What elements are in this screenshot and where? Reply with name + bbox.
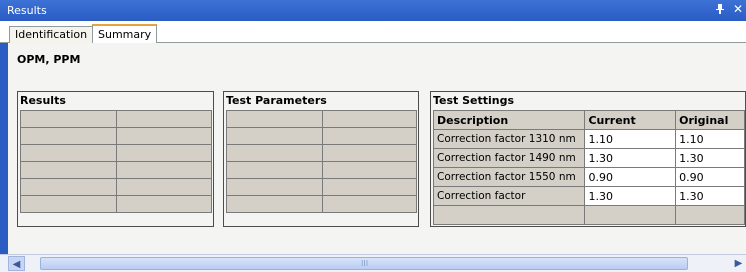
table-header-row: Description Current Original [432, 110, 745, 130]
grid-cell[interactable] [226, 161, 323, 179]
results-grid [20, 110, 212, 213]
grid-cell[interactable] [116, 178, 212, 196]
scrollbar-grip: III [361, 259, 369, 268]
grid-cell[interactable] [322, 127, 417, 145]
grid-cell[interactable] [116, 161, 212, 179]
empty-cell[interactable] [432, 205, 586, 225]
test-parameters-grid [226, 110, 417, 213]
test-parameters-panel: Test Parameters [223, 91, 419, 227]
scrollbar-thumb[interactable]: III [40, 257, 688, 270]
description-cell: Correction factor [432, 186, 586, 206]
results-panel-title: Results [20, 94, 66, 107]
empty-cell[interactable] [675, 205, 745, 225]
window-titlebar: Results ✕ [0, 0, 746, 21]
table-row [226, 178, 417, 196]
table-row [20, 110, 212, 128]
table-row [226, 110, 417, 128]
grid-cell[interactable] [116, 144, 212, 162]
grid-cell[interactable] [20, 195, 117, 213]
grid-cell[interactable] [226, 195, 323, 213]
tab-summary[interactable]: Summary [92, 24, 158, 43]
current-value-cell[interactable]: 1.30 [584, 186, 677, 206]
table-row [20, 127, 212, 145]
column-header-original[interactable]: Original [675, 110, 745, 130]
table-row [20, 144, 212, 162]
description-cell: Correction factor 1310 nm [432, 129, 586, 149]
chevron-right-icon: ▶ [734, 258, 743, 269]
test-settings-grid: Description Current Original Correction … [432, 110, 745, 225]
grid-cell[interactable] [116, 127, 212, 145]
grid-cell[interactable] [226, 178, 323, 196]
tab-strip: Identification Summary [0, 21, 746, 43]
results-panel: Results [17, 91, 214, 227]
table-row [20, 178, 212, 196]
table-row: Correction factor 1490 nm 1.30 1.30 [432, 148, 745, 168]
grid-cell[interactable] [322, 178, 417, 196]
current-value-cell[interactable]: 1.10 [584, 129, 677, 149]
table-row [226, 127, 417, 145]
grid-cell[interactable] [322, 195, 417, 213]
column-header-description[interactable]: Description [432, 110, 586, 130]
grid-cell[interactable] [20, 161, 117, 179]
grid-cell[interactable] [226, 144, 323, 162]
description-cell: Correction factor 1550 nm [432, 167, 586, 187]
table-row [226, 195, 417, 213]
close-icon[interactable]: ✕ [733, 2, 743, 16]
table-row [226, 144, 417, 162]
table-row [226, 161, 417, 179]
grid-cell[interactable] [226, 110, 323, 128]
test-settings-panel: Test Settings Description Current Origin… [430, 91, 746, 227]
current-value-cell[interactable]: 1.30 [584, 148, 677, 168]
empty-cell[interactable] [584, 205, 677, 225]
table-row: Correction factor 1550 nm 0.90 0.90 [432, 167, 745, 187]
scroll-right-button[interactable]: ▶ [730, 256, 746, 271]
grid-cell[interactable] [116, 110, 212, 128]
table-row: Correction factor 1310 nm 1.10 1.10 [432, 129, 745, 149]
original-value-cell: 0.90 [675, 167, 745, 187]
left-border [0, 21, 8, 261]
scroll-left-button[interactable]: ◀ [8, 256, 25, 271]
grid-cell[interactable] [20, 144, 117, 162]
grid-cell[interactable] [322, 110, 417, 128]
table-row [432, 205, 745, 225]
grid-cell[interactable] [116, 195, 212, 213]
horizontal-scrollbar[interactable]: ◀ III ▶ [0, 254, 746, 272]
table-row: Correction factor 1.30 1.30 [432, 186, 745, 206]
test-settings-panel-title: Test Settings [433, 94, 515, 107]
column-header-current[interactable]: Current [584, 110, 677, 130]
page-title: OPM, PPM [17, 53, 81, 66]
table-row [20, 195, 212, 213]
grid-cell[interactable] [20, 127, 117, 145]
pin-icon[interactable] [715, 3, 725, 17]
grid-cell[interactable] [226, 127, 323, 145]
test-parameters-panel-title: Test Parameters [226, 94, 327, 107]
original-value-cell: 1.10 [675, 129, 745, 149]
description-cell: Correction factor 1490 nm [432, 148, 586, 168]
window-title: Results [7, 4, 47, 17]
grid-cell[interactable] [20, 178, 117, 196]
original-value-cell: 1.30 [675, 148, 745, 168]
grid-cell[interactable] [20, 110, 117, 128]
original-value-cell: 1.30 [675, 186, 745, 206]
table-row [20, 161, 212, 179]
chevron-left-icon: ◀ [12, 259, 21, 270]
grid-cell[interactable] [322, 144, 417, 162]
current-value-cell[interactable]: 0.90 [584, 167, 677, 187]
grid-cell[interactable] [322, 161, 417, 179]
tab-identification[interactable]: Identification [9, 26, 94, 43]
